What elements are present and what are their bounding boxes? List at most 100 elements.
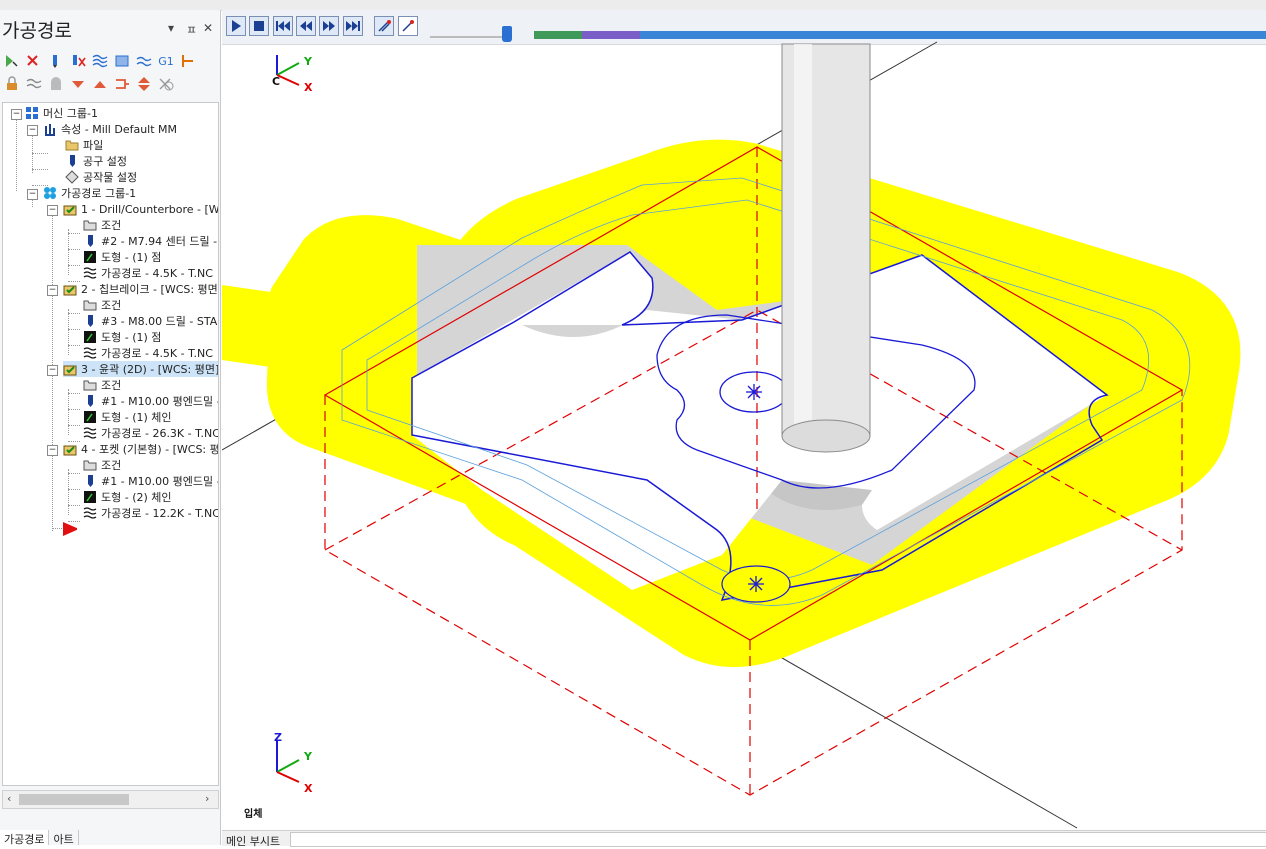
help-icon[interactable]	[156, 74, 176, 94]
view-name-label: 입체	[244, 809, 263, 820]
tree-operation-3[interactable]: 3 - 윤곽 (2D) - [WCS: 평면]	[63, 361, 218, 377]
tree-toolpath-group[interactable]: 가공경로 그룹-1	[43, 185, 136, 201]
verify-icon[interactable]	[112, 51, 132, 71]
simulate-icon[interactable]	[134, 51, 154, 71]
parameters-folder-icon	[83, 300, 97, 311]
collapse-toggle[interactable]: −	[47, 285, 58, 296]
tab-toolpaths[interactable]: 가공경로	[0, 830, 50, 846]
tree-label: 속성 - Mill Default MM	[61, 123, 178, 136]
toggle-display-icon[interactable]	[24, 74, 44, 94]
tree-geometry[interactable]: 도형 - (1) 체인	[83, 409, 172, 425]
tree-tool-settings[interactable]: 공구 설정	[65, 153, 127, 169]
panel-close-icon[interactable]: ✕	[203, 21, 213, 35]
tree-parameters[interactable]: 조건	[83, 377, 121, 393]
tree-label: 가공경로 - 4.5K - T.NC	[101, 347, 213, 360]
tree-machine-group[interactable]: 머신 그룹-1	[25, 105, 98, 121]
tree-toolpath[interactable]: 가공경로 - 4.5K - T.NC	[83, 265, 213, 281]
tree-label: 가공경로 - 26.3K - T.NC	[101, 427, 219, 440]
tree-tool[interactable]: #1 - M10.00 평엔드밀 -	[83, 473, 219, 489]
graphics-viewport[interactable]: C X Y Z X Y 입체	[222, 10, 1266, 830]
collapse-toggle[interactable]: −	[47, 205, 58, 216]
tree-geometry[interactable]: 도형 - (1) 점	[83, 249, 161, 265]
bottom-gnomon: Z X Y	[274, 731, 313, 795]
tree-toolpath[interactable]: 가공경로 - 12.2K - T.NC	[83, 505, 218, 521]
tree-tool[interactable]: #2 - M7.94 센터 드릴 -	[83, 233, 217, 249]
lock-icon[interactable]	[2, 74, 22, 94]
3d-scene[interactable]: C X Y Z X Y	[222, 10, 1266, 830]
tree-stock-settings[interactable]: 공작물 설정	[65, 169, 137, 185]
tree-label: 도형 - (2) 체인	[101, 491, 172, 504]
geometry-icon	[84, 411, 96, 423]
tree-label: 1 - Drill/Counterbore - [WCS	[81, 202, 219, 216]
collapse-toggle[interactable]: −	[11, 109, 22, 120]
operation-folder-icon	[63, 445, 77, 456]
top-gnomon: C X Y	[272, 55, 313, 94]
tab-main-sheet[interactable]: 메인 부시트	[226, 833, 280, 849]
insert-arrow[interactable]	[63, 521, 81, 537]
insert-arrow-icon[interactable]	[112, 74, 132, 94]
select-toolpaths-icon[interactable]	[2, 51, 22, 71]
parameters-folder-icon	[83, 220, 97, 231]
cutting-tool	[781, 43, 871, 453]
regen-icon[interactable]	[46, 51, 66, 71]
geometry-icon	[84, 331, 96, 343]
backplot-icon[interactable]	[90, 51, 110, 71]
ghost-icon[interactable]	[46, 74, 66, 94]
collapse-toggle[interactable]: −	[47, 445, 58, 456]
tree-tool[interactable]: #3 - M8.00 드릴 - STAN	[83, 313, 219, 329]
scroll-thumb[interactable]	[19, 794, 129, 805]
axis-y-label: Y	[303, 750, 313, 763]
tree-parameters[interactable]: 조건	[83, 217, 121, 233]
toolbar-row-2	[2, 73, 176, 95]
tool-icon	[70, 155, 75, 167]
toolpath-icon	[83, 267, 97, 279]
tree-label: 4 - 포켓 (기본형) - [WCS: 평	[81, 443, 219, 456]
tree-label: #1 - M10.00 평엔드밀 -	[101, 475, 219, 488]
tree-geometry[interactable]: 도형 - (1) 점	[83, 329, 161, 345]
tree-toolpath[interactable]: 가공경로 - 26.3K - T.NC	[83, 425, 219, 441]
tree-label: 도형 - (1) 점	[101, 251, 162, 264]
panel-pin-icon[interactable]: ㅍ	[186, 21, 197, 38]
tree-geometry[interactable]: 도형 - (2) 체인	[83, 489, 172, 505]
tree-parameters[interactable]: 조건	[83, 457, 121, 473]
g1-icon[interactable]: G1	[156, 51, 176, 71]
collapse-toggle[interactable]: −	[27, 189, 38, 200]
tree-file[interactable]: 파일	[65, 137, 103, 153]
insert-arrow-icon	[63, 522, 77, 536]
move-up-icon[interactable]	[90, 74, 110, 94]
tree-horizontal-scrollbar[interactable]: ‹ ›	[2, 790, 219, 809]
panel-menu-icon[interactable]: ▾	[168, 21, 174, 35]
collapse-toggle[interactable]: −	[47, 365, 58, 376]
axis-c-label: C	[272, 75, 280, 88]
tree-properties[interactable]: 속성 - Mill Default MM	[43, 121, 177, 137]
tree-label: 조건	[101, 299, 122, 312]
post-icon[interactable]	[178, 51, 198, 71]
regen-dirty-icon[interactable]	[68, 51, 88, 71]
panel-tabs: 가공경로 아트	[0, 830, 220, 846]
tree-operation-1[interactable]: 1 - Drill/Counterbore - [WCS	[63, 201, 219, 217]
expand-icon[interactable]	[134, 74, 154, 94]
tree-label: 2 - 칩브레이크 - [WCS: 평면	[81, 283, 218, 296]
tree-parameters[interactable]: 조건	[83, 297, 121, 313]
deselect-toolpaths-icon[interactable]	[24, 51, 44, 71]
operation-folder-icon	[63, 365, 77, 376]
scroll-right-icon[interactable]: ›	[205, 792, 209, 805]
toolpaths-panel: 가공경로 ▾ ㅍ ✕ G1 − 머신 그룹-1 − 속성 - Mill Defa…	[0, 10, 221, 846]
tab-art[interactable]: 아트	[49, 830, 79, 846]
toolpath-group-icon	[44, 187, 56, 199]
scroll-left-icon[interactable]: ‹	[7, 792, 11, 805]
tree-label: 조건	[101, 459, 122, 472]
axis-x-label: X	[304, 81, 313, 94]
axis-z-label: Z	[274, 731, 282, 744]
collapse-toggle[interactable]: −	[27, 125, 38, 136]
tree-tool[interactable]: #1 - M10.00 평엔드밀 -	[83, 393, 218, 409]
tree-operation-4[interactable]: 4 - 포켓 (기본형) - [WCS: 평	[63, 441, 219, 457]
tree-toolpath[interactable]: 가공경로 - 4.5K - T.NC	[83, 345, 213, 361]
tree-label: #3 - M8.00 드릴 - STAN	[101, 315, 219, 328]
tree-label: 조건	[101, 219, 122, 232]
tree-label: 가공경로 그룹-1	[61, 187, 137, 200]
tree-label: 도형 - (1) 점	[101, 331, 162, 344]
parameters-folder-icon	[83, 460, 97, 471]
tree-operation-2[interactable]: 2 - 칩브레이크 - [WCS: 평면	[63, 281, 218, 297]
move-down-icon[interactable]	[68, 74, 88, 94]
